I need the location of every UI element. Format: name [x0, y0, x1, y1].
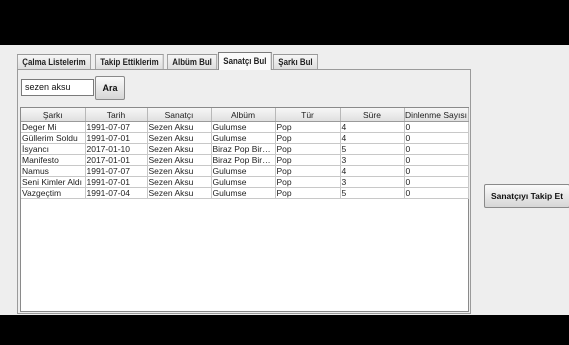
tab-sarki-bul[interactable]: Şarkı Bul — [273, 54, 319, 70]
table-cell: Namus — [21, 165, 86, 177]
table-row[interactable]: Deger Mi 1991-07-07 Sezen Aksu Gulumse Pop 4 0 — [21, 121, 469, 133]
table-cell: 1991-07-01 — [85, 132, 148, 144]
table-cell: 2017-01-01 — [85, 154, 148, 166]
search-button[interactable]: Ara — [95, 76, 125, 100]
table-cell: Vazgeçtim — [21, 187, 86, 199]
table-cell: Pop — [275, 165, 341, 177]
table-cell: Seni Kimler Aldı — [21, 176, 86, 188]
table-cell: 0 — [404, 187, 469, 199]
tab-calma-listelerim[interactable]: Çalma Listelerim — [17, 54, 91, 70]
table-cell: Gulumse — [211, 132, 276, 144]
table-cell: Sezen Aksu — [147, 176, 212, 188]
column-header[interactable]: Albüm — [211, 108, 276, 122]
table-cell: 4 — [340, 121, 405, 133]
table-row[interactable]: Vazgeçtim 1991-07-04 Sezen Aksu Gulumse Pop 5… — [21, 187, 469, 199]
table-cell: 0 — [404, 132, 469, 144]
table-cell: Gulumse — [211, 121, 276, 133]
table-row[interactable]: Güllerim Soldu 1991-07-01 Sezen Aksu Gulums… — [21, 132, 469, 144]
column-header[interactable]: Süre — [340, 108, 405, 122]
table-cell: Pop — [275, 121, 341, 133]
table-cell: 5 — [340, 187, 405, 199]
table-cell: Güllerim Soldu — [21, 132, 86, 144]
column-header[interactable]: Şarkı — [21, 108, 86, 122]
table-cell: Pop — [275, 132, 341, 144]
column-header[interactable]: Tür — [275, 108, 341, 122]
table-cell: Sezen Aksu — [147, 121, 212, 133]
table-cell: 4 — [340, 132, 405, 144]
table-cell: Pop — [275, 187, 341, 199]
tab-takip-ettiklerim[interactable]: Takip Ettiklerim — [95, 54, 164, 70]
table-cell: 0 — [404, 176, 469, 188]
table-cell: Manifesto — [21, 154, 86, 166]
table-cell: Gulumse — [211, 176, 276, 188]
table-cell: Sezen Aksu — [147, 187, 212, 199]
table-cell: 0 — [404, 165, 469, 177]
tab-sanatci-bul[interactable]: Sanatçı Bul — [218, 52, 273, 70]
table-cell: 1991-07-07 — [85, 165, 148, 177]
table-row[interactable]: Manifesto 2017-01-01 Sezen Aksu Biraz Pop B… — [21, 154, 469, 166]
table-cell: Gulumse — [211, 187, 276, 199]
tab-bar: Çalma Listelerim Takip Ettiklerim Albüm … — [17, 52, 319, 70]
table-cell: 5 — [340, 143, 405, 155]
table-cell: Biraz Pop Biraz S... — [211, 143, 276, 155]
artist-search-input[interactable]: sezen aksu — [21, 79, 94, 96]
table-cell: Pop — [275, 143, 341, 155]
column-header[interactable]: Tarih — [85, 108, 148, 122]
table-cell: Sezen Aksu — [147, 143, 212, 155]
table-cell: 0 — [404, 143, 469, 155]
tab-album-bul[interactable]: Albüm Bul — [167, 54, 218, 70]
column-header[interactable]: Sanatçı — [147, 108, 212, 122]
table-cell: 4 — [340, 165, 405, 177]
table-cell: Sezen Aksu — [147, 132, 212, 144]
table-cell: 1991-07-01 — [85, 176, 148, 188]
table-body: Deger Mi 1991-07-07 Sezen Aksu Gulumse Pop 4 0… — [21, 121, 469, 199]
table-cell: Sezen Aksu — [147, 154, 212, 166]
table-cell: 3 — [340, 154, 405, 166]
table-cell: Pop — [275, 176, 341, 188]
table-cell: 1991-07-04 — [85, 187, 148, 199]
table-row[interactable]: İsyancı 2017-01-10 Sezen Aksu Biraz Pop Bir… — [21, 143, 469, 155]
table-cell: 0 — [404, 121, 469, 133]
follow-artist-button[interactable]: Sanatçıyı Takip Et — [484, 184, 569, 208]
table-header-row: Şarkı Tarih Sanatçı Albüm Tür Süre Dinlenme Sa… — [21, 108, 469, 122]
table-cell: 1991-07-07 — [85, 121, 148, 133]
table-cell: 3 — [340, 176, 405, 188]
table-cell: Pop — [275, 154, 341, 166]
table-row[interactable]: Namus 1991-07-07 Sezen Aksu Gulumse Pop 4 0 — [21, 165, 469, 177]
table-cell: 0 — [404, 154, 469, 166]
table-cell: Deger Mi — [21, 121, 86, 133]
songs-table: Şarkı Tarih Sanatçı Albüm Tür Süre Dinlenme Sa… — [20, 107, 469, 312]
table-cell: Sezen Aksu — [147, 165, 212, 177]
tab-panel: sezen aksu Ara Şarkı Tarih Sanatçı Albüm Tür… — [17, 69, 471, 314]
table-cell: Biraz Pop Biraz S... — [211, 154, 276, 166]
table-cell: Gulumse — [211, 165, 276, 177]
app-window: Çalma Listelerim Takip Ettiklerim Albüm … — [0, 45, 569, 315]
table-row[interactable]: Seni Kimler Aldı 1991-07-01 Sezen Aksu Gulu… — [21, 176, 469, 188]
table-cell: İsyancı — [21, 143, 86, 155]
column-header[interactable]: Dinlenme Sayısı — [404, 108, 469, 122]
table-cell: 2017-01-10 — [85, 143, 148, 155]
